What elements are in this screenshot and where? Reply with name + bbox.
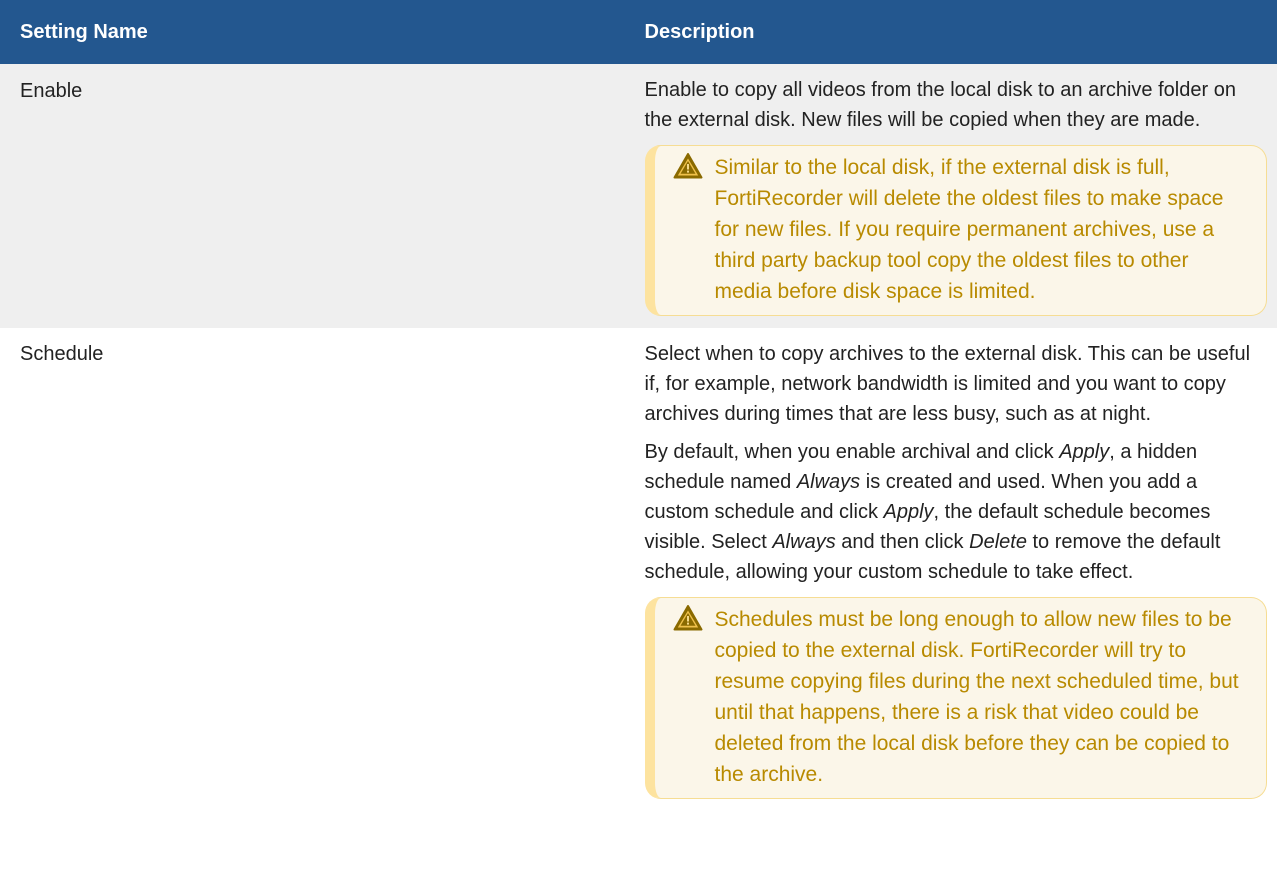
table-header: Setting Name Description	[0, 0, 1277, 64]
apply-term: Apply	[1059, 441, 1110, 463]
setting-name-cell: Schedule	[0, 328, 639, 811]
warning-note-text: Schedules must be long enough to allow n…	[714, 608, 1239, 786]
header-setting-name: Setting Name	[0, 0, 639, 64]
text-run: By default, when you enable archival and…	[644, 441, 1060, 463]
description-paragraph: Select when to copy archives to the exte…	[644, 343, 1251, 425]
warning-note-text: Similar to the local disk, if the extern…	[714, 156, 1224, 303]
warning-icon	[673, 153, 702, 179]
table-row: Schedule Select when to copy archives to…	[0, 328, 1277, 811]
default-schedule-paragraph: By default, when you enable archival and…	[645, 437, 1268, 587]
warning-note: Schedules must be long enough to allow n…	[644, 597, 1267, 799]
setting-name-cell: Enable	[0, 64, 639, 328]
settings-table: Setting Name Description Enable Enable t…	[0, 0, 1277, 811]
always-term: Always	[796, 471, 861, 493]
text-run: and then click	[835, 531, 970, 553]
header-row: Setting Name Description	[0, 0, 1277, 64]
delete-term: Delete	[969, 531, 1027, 553]
table-body: Enable Enable to copy all videos from th…	[0, 64, 1277, 811]
apply-term: Apply	[883, 501, 934, 523]
description-cell: Enable to copy all videos from the local…	[638, 64, 1277, 328]
description-paragraph: Enable to copy all videos from the local…	[644, 79, 1236, 131]
always-term: Always	[772, 531, 836, 553]
table-row: Enable Enable to copy all videos from th…	[0, 64, 1277, 328]
description-cell: Select when to copy archives to the exte…	[638, 328, 1277, 811]
warning-note: Similar to the local disk, if the extern…	[644, 145, 1267, 316]
header-description: Description	[638, 0, 1277, 64]
warning-icon	[673, 605, 702, 631]
